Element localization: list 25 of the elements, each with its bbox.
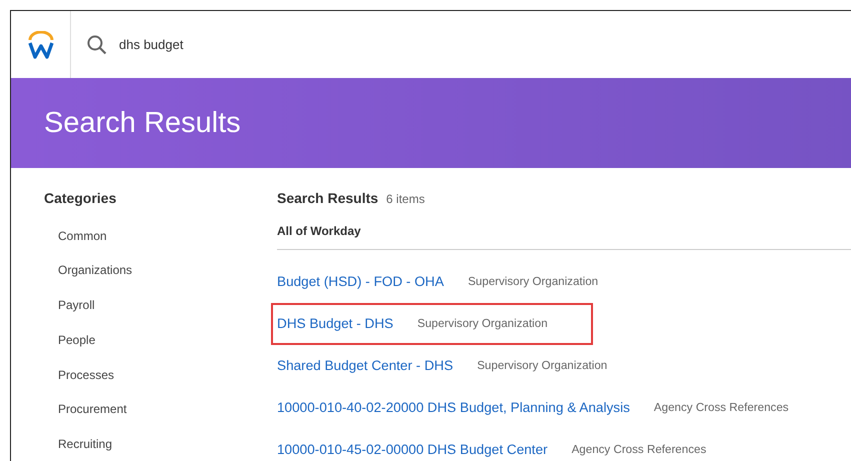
result-link[interactable]: 10000-010-45-02-00000 DHS Budget Center xyxy=(277,440,548,460)
result-count: 6 items xyxy=(386,191,425,208)
category-link[interactable]: People xyxy=(44,330,96,349)
search-icon[interactable] xyxy=(87,34,107,54)
category-link[interactable]: Procurement xyxy=(44,400,127,418)
results-heading: Search Results xyxy=(277,190,378,207)
logo-icon xyxy=(28,30,54,58)
category-link[interactable]: Common xyxy=(44,226,107,245)
result-type: Agency Cross References xyxy=(654,400,789,416)
result-link[interactable]: Shared Budget Center - DHS xyxy=(277,356,454,376)
category-link[interactable]: Recruiting xyxy=(44,434,112,453)
search-field[interactable]: dhs budget xyxy=(119,34,419,54)
result-type: Supervisory Organization xyxy=(468,274,598,290)
result-link[interactable]: 10000-010-40-02-20000 DHS Budget, Planning & Analysis xyxy=(277,398,630,418)
result-link[interactable]: DHS Budget - DHS xyxy=(277,314,394,334)
result-type: Supervisory Organization xyxy=(477,358,608,374)
result-type: Agency Cross References xyxy=(572,442,706,458)
categories-heading: Categories xyxy=(44,190,118,207)
scope-label: All of Workday xyxy=(277,222,851,250)
category-link[interactable]: Organizations xyxy=(44,261,132,280)
page-title: Search Results xyxy=(44,106,241,140)
category-link[interactable]: Payroll xyxy=(44,296,95,314)
result-type: Supervisory Organization xyxy=(417,316,548,332)
category-link[interactable]: Processes xyxy=(44,366,114,384)
result-link[interactable]: Budget (HSD) - FOD - OHA xyxy=(277,272,444,292)
